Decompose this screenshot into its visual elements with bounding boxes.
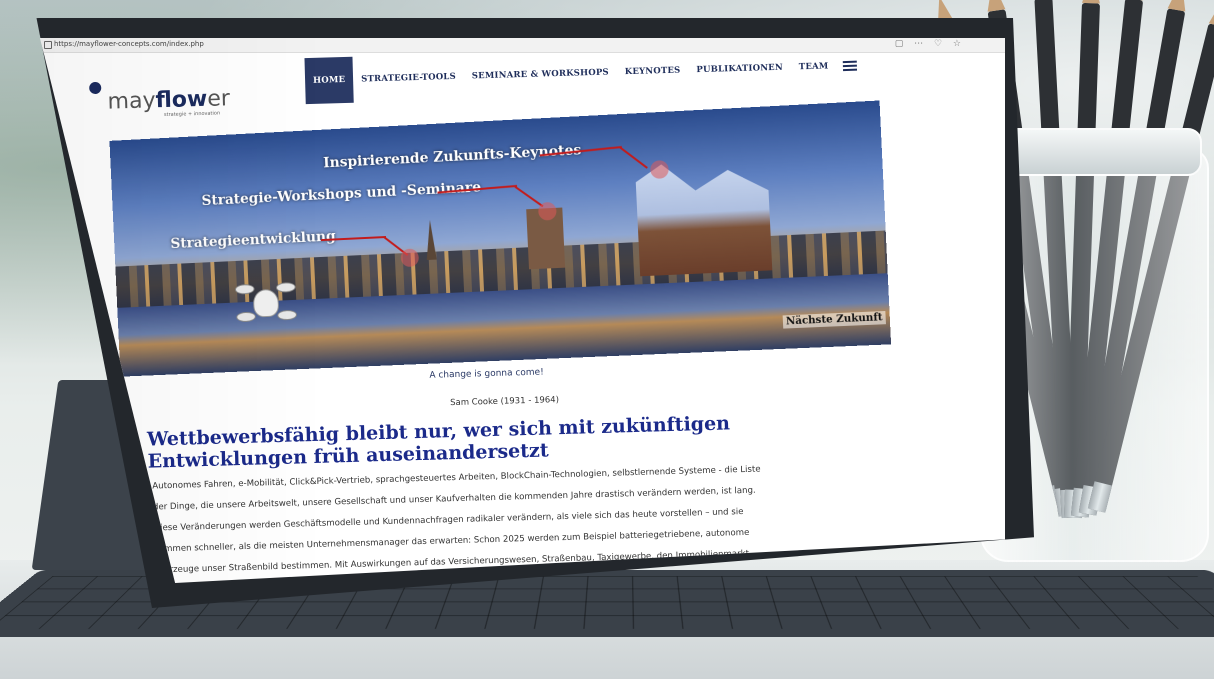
main-nav: HOME STRATEGIE-TOOLS SEMINARE & WORKSHOP… bbox=[304, 43, 857, 104]
hamburger-menu-icon[interactable] bbox=[842, 61, 856, 71]
nav-home[interactable]: HOME bbox=[304, 57, 353, 104]
page-content: mayflower strategie + innovation HOME ST… bbox=[40, 38, 1005, 583]
logo-dot-icon bbox=[89, 82, 101, 94]
hero-label-workshops[interactable]: Strategie-Workshops und -Seminare bbox=[201, 179, 481, 209]
tablet-screen: https://mayflower-concepts.com/index.php… bbox=[40, 38, 1005, 583]
hero-pointer-line bbox=[515, 186, 544, 207]
hero-label-strategy[interactable]: Strategieentwicklung bbox=[170, 228, 336, 252]
mayflower-logo[interactable]: mayflower strategie + innovation bbox=[89, 78, 250, 122]
nav-seminare-workshops[interactable]: SEMINARE & WORKSHOPS bbox=[463, 49, 617, 99]
lock-icon bbox=[44, 41, 52, 49]
passenger-drone bbox=[235, 282, 296, 324]
quote-author: Sam Cooke (1931 - 1964) bbox=[450, 395, 559, 408]
nav-strategie-tools[interactable]: STRATEGIE-TOOLS bbox=[353, 54, 465, 103]
nav-keynotes[interactable]: KEYNOTES bbox=[616, 47, 689, 95]
hero-label-keynotes[interactable]: Inspirierende Zukunfts-Keynotes bbox=[323, 142, 582, 171]
hero-banner: Inspirierende Zukunfts-Keynotes Strategi… bbox=[109, 101, 891, 377]
nav-publikationen[interactable]: PUBLIKATIONEN bbox=[688, 45, 792, 94]
logo-subtitle: strategie + innovation bbox=[164, 110, 220, 118]
quote-text: A change is gonna come! bbox=[429, 368, 544, 381]
nav-team[interactable]: TEAM bbox=[790, 43, 837, 90]
hero-pointer-line bbox=[619, 147, 648, 169]
